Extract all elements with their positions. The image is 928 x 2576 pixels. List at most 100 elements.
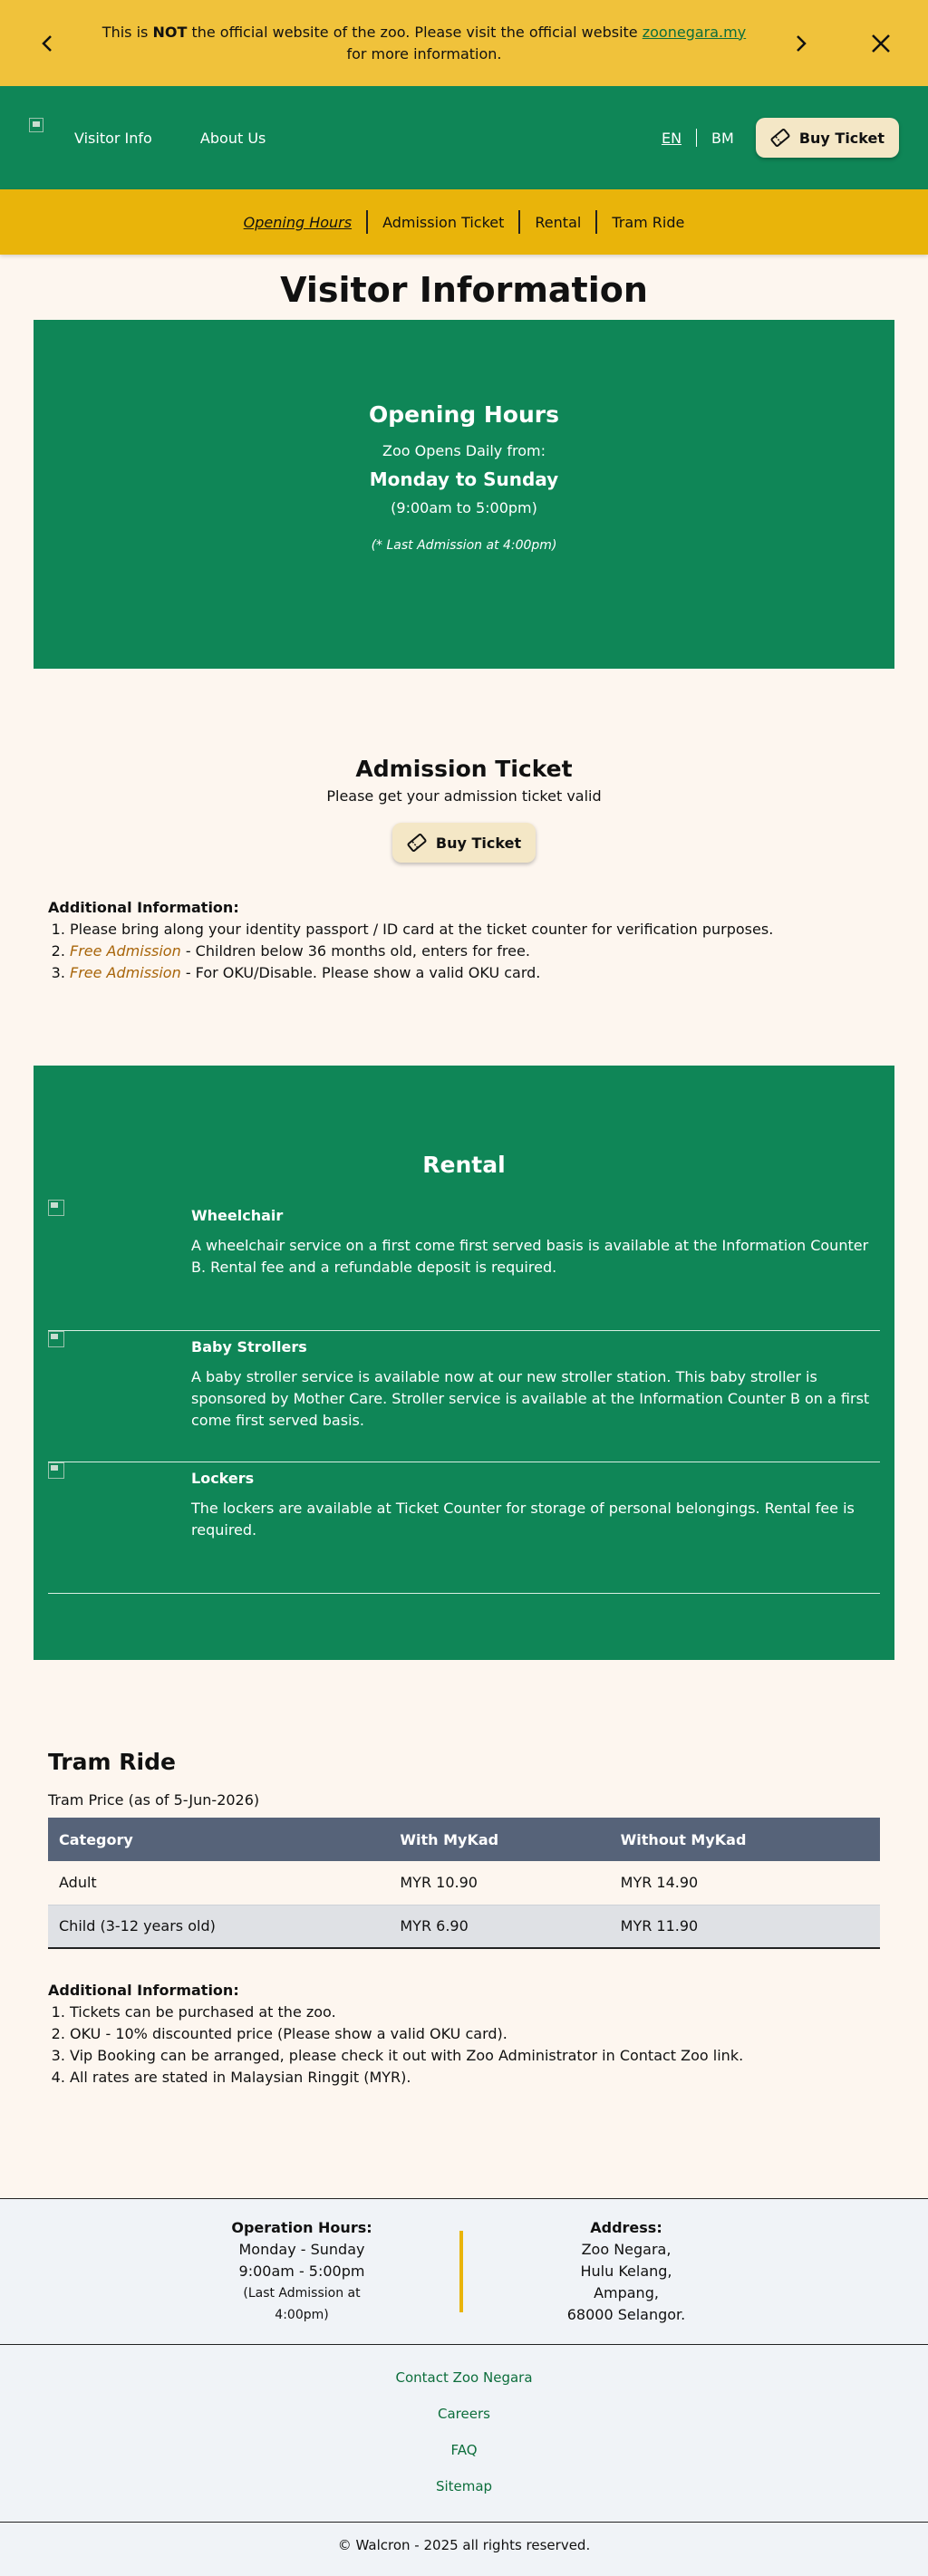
- footer-hours-time: 9:00am - 5:00pm: [238, 2262, 365, 2280]
- wheelchair-image: [48, 1200, 191, 1330]
- header-buy-ticket-label: Buy Ticket: [798, 129, 884, 147]
- logo-image[interactable]: [29, 118, 44, 132]
- table-cell: MYR 10.90: [389, 1861, 610, 1905]
- admission-info-list: Please bring along your identity passpor…: [48, 919, 880, 984]
- nav-about-us[interactable]: About Us: [200, 130, 266, 147]
- opening-hours-time: (9:00am to 5:00pm): [391, 499, 537, 516]
- list-item: All rates are stated in Malaysian Ringgi…: [70, 2067, 880, 2089]
- admission-buy-ticket-button[interactable]: Buy Ticket: [392, 823, 536, 863]
- lang-en[interactable]: EN: [662, 130, 682, 147]
- list-item-text: Please bring along your identity passpor…: [70, 921, 774, 938]
- admission-subtitle: Please get your admission ticket valid: [326, 787, 602, 805]
- table-cell: Child (3-12 years old): [48, 1905, 390, 1949]
- footer-address: Address: Zoo Negara, Hulu Kelang, Ampang…: [545, 2217, 708, 2326]
- ticket-icon: [407, 833, 427, 853]
- rental-item-desc: A baby stroller service is available now…: [191, 1368, 870, 1429]
- rental-item-wheelchair: Wheelchair A wheelchair service on a fir…: [48, 1200, 880, 1331]
- opening-hours-intro: Zoo Opens Daily from:: [382, 442, 546, 459]
- notice-text: This is NOT the official website of the …: [65, 22, 783, 65]
- tram-ride-title: Tram Ride: [48, 1749, 176, 1775]
- notice-suffix: for more information.: [346, 44, 502, 63]
- footer-link-careers[interactable]: Careers: [0, 2403, 928, 2439]
- footer-operation-hours: Operation Hours: Monday - Sunday 9:00am …: [220, 2217, 383, 2326]
- chevron-right-icon: [797, 34, 807, 52]
- footer-info: Operation Hours: Monday - Sunday 9:00am …: [0, 2198, 928, 2345]
- column-header: Category: [48, 1818, 390, 1861]
- baby-stroller-image: [48, 1331, 191, 1462]
- last-admission-note: (* Last Admission at 4:00pm): [371, 538, 557, 553]
- subnav-opening-hours[interactable]: Opening Hours: [229, 214, 366, 231]
- official-site-link[interactable]: zoonegara.my: [643, 24, 746, 41]
- notice-middle: the official website of the zoo. Please …: [187, 23, 643, 41]
- main-nav: Visitor Info About Us: [74, 130, 309, 147]
- tram-price-label: Tram Price (as of 5-Jun-2026): [48, 1791, 260, 1809]
- rental-item-lockers: Lockers The lockers are available at Tic…: [48, 1462, 880, 1594]
- close-notice-button[interactable]: [863, 25, 899, 62]
- ticket-icon: [770, 128, 790, 148]
- rental-item-name: Baby Strollers: [191, 1338, 307, 1356]
- footer-last-admission: (Last Admission at 4:00pm): [243, 2286, 361, 2322]
- tram-additional-info: Additional Information: Tickets can be p…: [48, 1980, 880, 2089]
- rental-item-name: Wheelchair: [191, 1207, 284, 1224]
- table-cell: MYR 14.90: [609, 1861, 880, 1905]
- next-notice-button[interactable]: [783, 25, 819, 62]
- column-header: Without MyKad: [609, 1818, 880, 1861]
- footer-address-title: Address:: [590, 2219, 662, 2236]
- lang-divider: [696, 129, 698, 147]
- address-line: Ampang,: [594, 2284, 659, 2301]
- section-subnav: Opening Hours Admission Ticket Rental Tr…: [0, 189, 928, 255]
- table-row: Child (3-12 years old) MYR 6.90 MYR 11.9…: [48, 1905, 880, 1949]
- footer-divider: [459, 2231, 463, 2312]
- close-icon: [872, 34, 890, 53]
- footer-link-sitemap[interactable]: Sitemap: [0, 2475, 928, 2512]
- footer-hours-days: Monday - Sunday: [238, 2241, 365, 2258]
- copyright: © Walcron - 2025 all rights reserved.: [0, 2522, 928, 2576]
- notice-strong: NOT: [152, 23, 188, 41]
- footer-link-faq[interactable]: FAQ: [0, 2439, 928, 2475]
- address-line: Hulu Kelang,: [580, 2262, 672, 2280]
- tram-ride-section: Tram Ride Tram Price (as of 5-Jun-2026) …: [0, 1749, 928, 2089]
- nav-visitor-info[interactable]: Visitor Info: [74, 130, 152, 147]
- lang-bm[interactable]: BM: [711, 130, 734, 147]
- locker-image: [48, 1462, 191, 1593]
- rental-section: Rental Wheelchair A wheelchair service o…: [34, 1066, 894, 1660]
- notice-banner: This is NOT the official website of the …: [0, 0, 928, 86]
- admission-additional-info: Additional Information: Please bring alo…: [0, 897, 928, 984]
- table-cell: MYR 11.90: [609, 1905, 880, 1949]
- admission-info-title: Additional Information:: [48, 899, 239, 916]
- admission-title: Admission Ticket: [355, 756, 573, 782]
- table-cell: MYR 6.90: [389, 1905, 610, 1949]
- opening-hours-section: Opening Hours Zoo Opens Daily from: Mond…: [34, 320, 894, 669]
- list-item-text: - Children below 36 months old, enters f…: [180, 942, 530, 960]
- notice-prefix: This is: [102, 23, 153, 41]
- free-admission-label: Free Admission: [70, 964, 181, 981]
- footer-link-contact[interactable]: Contact Zoo Negara: [0, 2367, 928, 2403]
- list-item: Vip Booking can be arranged, please chec…: [70, 2045, 880, 2067]
- column-header: With MyKad: [389, 1818, 610, 1861]
- admission-section: Admission Ticket Please get your admissi…: [0, 756, 928, 863]
- page-title: Visitor Information: [280, 270, 648, 310]
- chevron-left-icon: [42, 34, 52, 52]
- footer-links: Contact Zoo Negara Careers FAQ Sitemap: [0, 2345, 928, 2522]
- subnav-tram-ride[interactable]: Tram Ride: [597, 214, 699, 231]
- main-header: Visitor Info About Us EN BM Buy Ticket: [0, 86, 928, 189]
- table-row: Adult MYR 10.90 MYR 14.90: [48, 1861, 880, 1905]
- prev-notice-button[interactable]: [29, 25, 65, 62]
- rental-item-baby-strollers: Baby Strollers A baby stroller service i…: [48, 1331, 880, 1462]
- tram-price-table: Category With MyKad Without MyKad Adult …: [48, 1818, 880, 1949]
- list-item: OKU - 10% discounted price (Please show …: [70, 2023, 880, 2045]
- rental-item-desc: A wheelchair service on a first come fir…: [191, 1237, 869, 1276]
- list-item: Tickets can be purchased at the zoo.: [70, 2002, 880, 2023]
- address-line: 68000 Selangor.: [566, 2306, 686, 2323]
- header-buy-ticket-button[interactable]: Buy Ticket: [755, 118, 899, 158]
- subnav-rental[interactable]: Rental: [520, 214, 595, 231]
- rental-item-name: Lockers: [191, 1470, 255, 1487]
- list-item: Free Admission - For OKU/Disable. Please…: [70, 962, 880, 984]
- rental-title: Rental: [422, 1152, 506, 1178]
- table-header-row: Category With MyKad Without MyKad: [48, 1818, 880, 1861]
- subnav-admission-ticket[interactable]: Admission Ticket: [368, 214, 518, 231]
- table-cell: Adult: [48, 1861, 390, 1905]
- tram-info-title: Additional Information:: [48, 1982, 239, 1999]
- opening-hours-days: Monday to Sunday: [369, 468, 559, 490]
- list-item-text: - For OKU/Disable. Please show a valid O…: [180, 964, 541, 981]
